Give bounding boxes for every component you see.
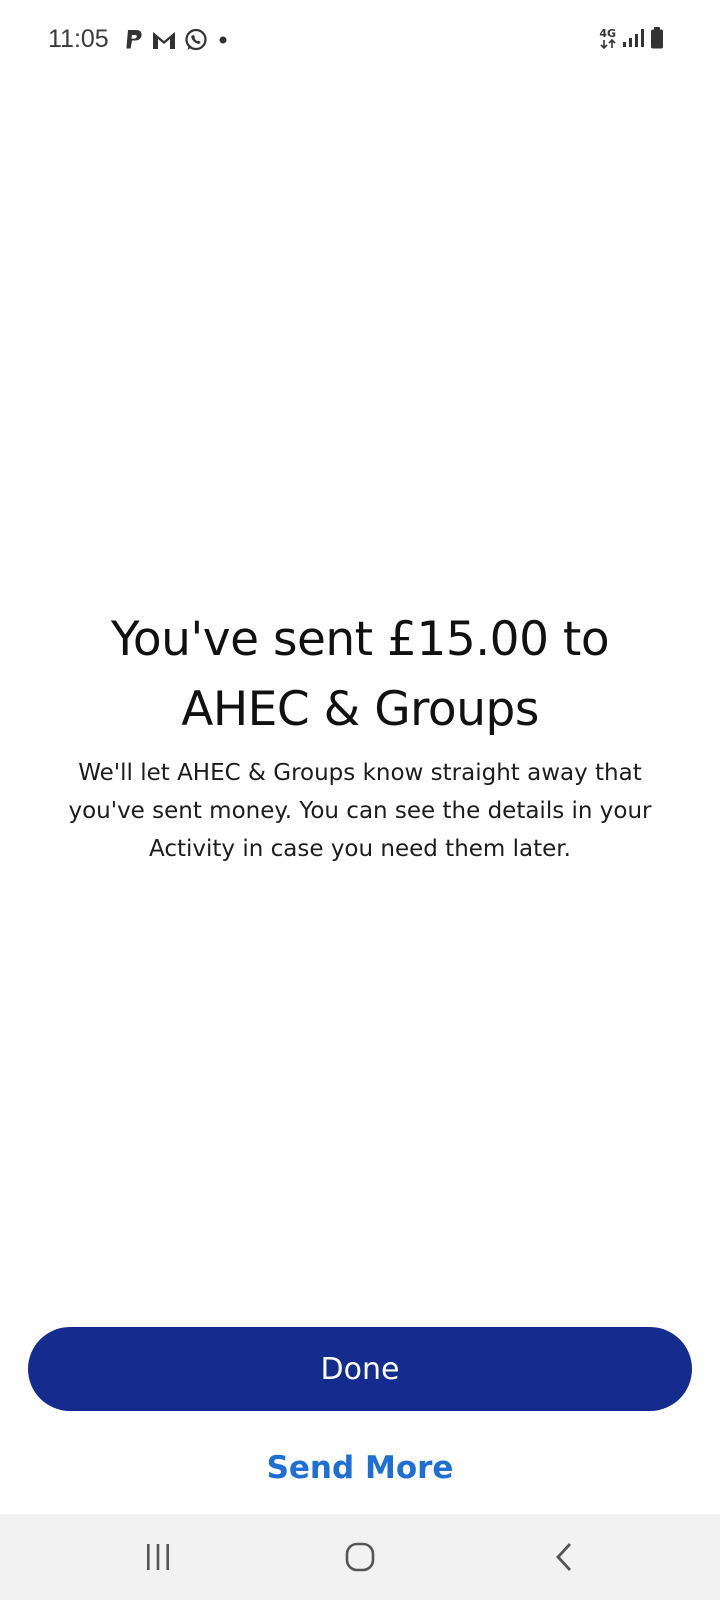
system-status-icons: 4G: [599, 27, 664, 49]
signal-icon: [622, 28, 644, 48]
dot-icon: [216, 33, 230, 47]
confirmation-headline: You've sent £15.00 to AHEC & Groups: [40, 605, 680, 745]
message-line: you've sent money. You can see the detai…: [68, 798, 652, 824]
home-icon[interactable]: [330, 1532, 390, 1582]
message-line: Activity in case you need them later.: [149, 836, 571, 862]
headline-line: AHEC & Groups: [181, 682, 539, 738]
navigation-bar: [0, 1514, 720, 1600]
notification-icons: [124, 28, 230, 52]
payment-confirmation-screen: 11:05 4G You've sent £15.00 to AHEC & Gr…: [0, 0, 720, 1600]
back-icon[interactable]: [534, 1532, 594, 1582]
message-line: We'll let AHEC & Groups know straight aw…: [78, 760, 642, 786]
paypal-icon: [124, 29, 144, 51]
gmail-icon: [152, 30, 176, 50]
network-label: 4G: [599, 26, 616, 40]
status-bar: 11:05 4G: [0, 0, 720, 80]
headline-line: You've sent £15.00 to: [110, 612, 610, 668]
whatsapp-icon: [184, 28, 208, 52]
status-time: 11:05: [48, 25, 109, 53]
network-4g-icon: 4G: [599, 28, 616, 49]
send-more-link[interactable]: Send More: [160, 1440, 560, 1496]
battery-icon: [650, 27, 664, 49]
done-button[interactable]: Done: [28, 1327, 692, 1411]
confirmation-message: We'll let AHEC & Groups know straight aw…: [40, 754, 680, 868]
recents-icon[interactable]: [128, 1532, 188, 1582]
